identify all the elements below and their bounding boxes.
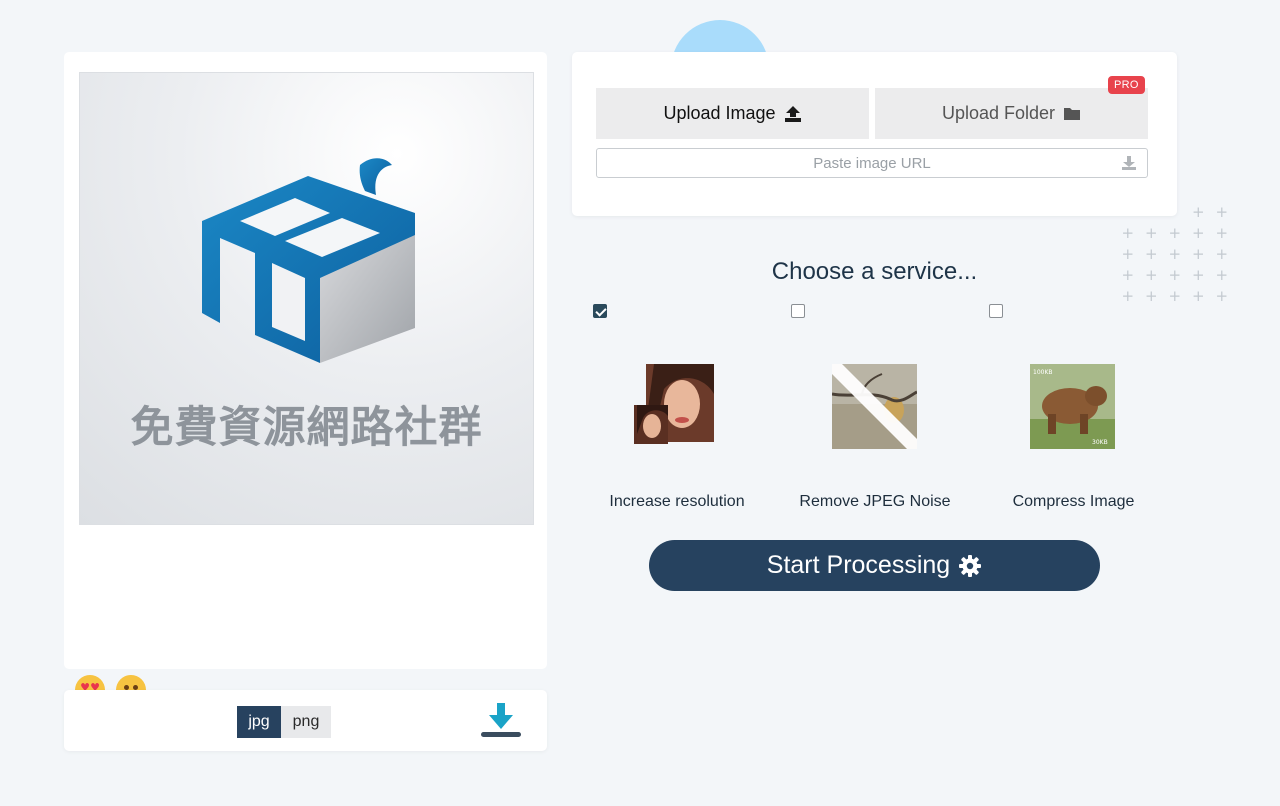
service-label-increase-resolution: Increase resolution: [609, 493, 745, 510]
service-checkbox-compress-image[interactable]: [989, 304, 1003, 318]
service-label-compress-image: Compress Image: [1012, 493, 1135, 510]
portrait-image: [634, 364, 714, 444]
pro-badge: PRO: [1108, 76, 1145, 94]
service-label-remove-jpeg-noise: Remove JPEG Noise: [799, 493, 951, 510]
compress-image-thumbnail[interactable]: 100KB 30KB: [1030, 364, 1115, 449]
upload-card: Upload Image Upload Folder PRO: [572, 52, 1177, 216]
image-url-input[interactable]: [597, 149, 1147, 177]
preview-caption: 免費資源網路社群: [130, 403, 483, 453]
svg-text:100KB: 100KB: [1033, 369, 1053, 376]
svg-text:30KB: 30KB: [1092, 439, 1108, 446]
service-checkbox-increase-resolution[interactable]: [593, 304, 607, 318]
decorative-plus-grid: +++++ +++++ +++++ +++++ +++++: [1121, 203, 1229, 305]
service-checkbox-remove-jpeg-noise[interactable]: [791, 304, 805, 318]
logo-cube-icon: [202, 158, 415, 363]
image-url-field[interactable]: [596, 148, 1148, 178]
services-title: Choose a service...: [771, 258, 978, 285]
branch-image: [832, 364, 917, 449]
bear-image: 100KB 30KB: [1030, 364, 1115, 449]
format-png-button[interactable]: png: [281, 706, 331, 738]
start-processing-label: Start Processing: [766, 551, 951, 579]
increase-resolution-thumbnail[interactable]: [634, 364, 714, 444]
url-download-icon[interactable]: [1121, 155, 1137, 171]
download-button[interactable]: [478, 700, 524, 742]
image-preview: 免費資源網路社群: [79, 72, 534, 525]
format-jpg-button[interactable]: jpg: [237, 706, 281, 738]
upload-folder-button[interactable]: Upload Folder: [875, 88, 1148, 139]
start-processing-button[interactable]: Start Processing: [649, 540, 1100, 591]
upload-folder-label: Upload Folder: [941, 103, 1056, 123]
format-bar: jpg png: [64, 690, 547, 751]
remove-jpeg-noise-thumbnail[interactable]: [832, 364, 917, 449]
gear-icon: [959, 554, 982, 577]
upload-image-label: Upload Image: [663, 103, 776, 123]
upload-image-button[interactable]: Upload Image: [596, 88, 869, 139]
image-preview-card: 免費資源網路社群: [64, 52, 547, 669]
folder-icon: [1064, 108, 1081, 120]
download-icon: [481, 703, 521, 737]
upload-icon: [784, 106, 801, 122]
